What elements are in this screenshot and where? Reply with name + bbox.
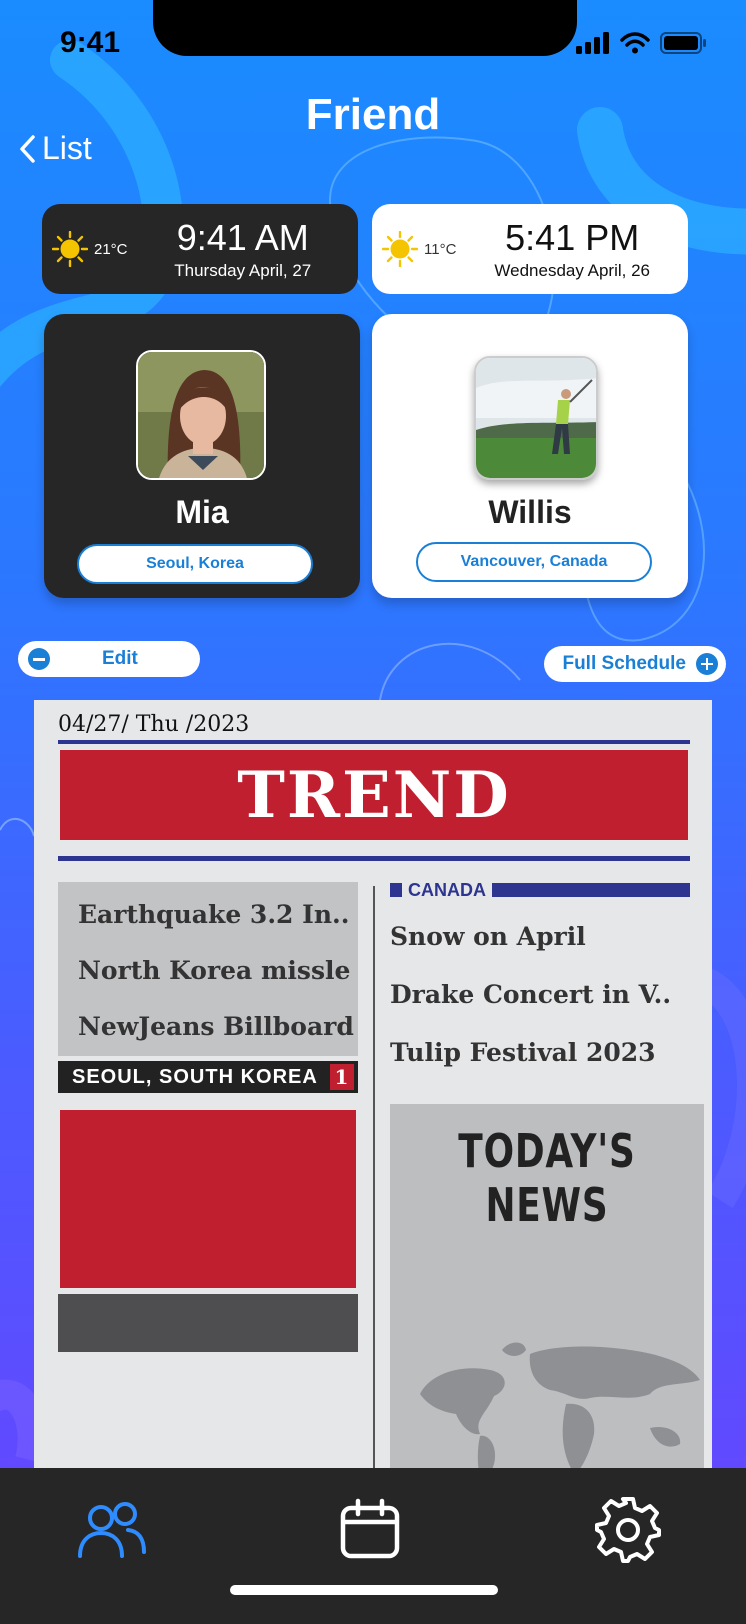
headline[interactable]: NewJeans Billboard <box>78 1012 354 1041</box>
calendar-icon <box>340 1498 400 1559</box>
world-map-icon <box>420 1342 700 1468</box>
masthead-title: TREND <box>237 757 511 833</box>
weather: 11°C <box>382 231 456 267</box>
back-label: List <box>42 130 92 166</box>
clock-time: 9:41 AM <box>176 216 309 258</box>
back-button[interactable]: List <box>18 130 92 167</box>
section-label: CANADA <box>408 879 486 900</box>
time-block: 9:41 AM Thursday April, 27 <box>128 216 358 280</box>
battery-icon <box>660 32 706 54</box>
section-marker <box>390 883 402 897</box>
avatar <box>136 350 266 480</box>
friends-icon <box>78 1502 146 1558</box>
clock-date: Thursday April, 27 <box>174 260 312 280</box>
newspaper-date: 04/27/ Thu /2023 <box>58 712 250 737</box>
location-pill[interactable]: Vancouver, Canada <box>416 542 652 582</box>
tab-bar <box>0 1468 746 1624</box>
wifi-icon <box>620 32 650 54</box>
friend-card-willis[interactable]: Willis Vancouver, Canada <box>372 314 688 598</box>
location-pill[interactable]: Seoul, Korea <box>77 544 313 584</box>
clock-date: Wednesday April, 26 <box>494 260 651 280</box>
status-bar: 9:41 <box>0 0 746 92</box>
tab-calendar[interactable] <box>330 1490 410 1570</box>
headline[interactable]: Drake Concert in V.. <box>390 980 671 1009</box>
todays-news-box[interactable]: TODAY'S NEWS <box>390 1104 704 1468</box>
chevron-left-icon <box>20 134 35 163</box>
friend-name: Willis <box>488 494 572 530</box>
avatar <box>474 356 598 480</box>
tab-friends[interactable] <box>72 1490 152 1570</box>
edit-button[interactable]: Edit <box>18 641 200 677</box>
friend-card-mia[interactable]: Mia Seoul, Korea <box>44 314 360 598</box>
section-label: SEOUL, SOUTH KOREA <box>72 1065 318 1088</box>
edit-label: Edit <box>102 648 138 669</box>
clock-time: 5:41 PM <box>505 216 640 258</box>
time-card-seoul: 21°C 9:41 AM Thursday April, 27 <box>42 204 358 294</box>
headline[interactable]: Tulip Festival 2023 <box>390 1038 656 1067</box>
notch <box>153 0 577 56</box>
status-time: 9:41 <box>60 26 121 59</box>
section-bar-seoul: SEOUL, SOUTH KOREA 1 <box>58 1061 358 1093</box>
divider <box>58 740 690 744</box>
temperature: 11°C <box>424 240 457 258</box>
sun-icon <box>382 231 418 267</box>
avatar-portrait <box>138 352 264 478</box>
home-indicator <box>230 1585 498 1595</box>
column-divider <box>373 886 375 1468</box>
friend-name: Mia <box>175 494 229 530</box>
newspaper: 04/27/ Thu /2023 TREND Earthquake 3.2 In… <box>34 700 712 1468</box>
time-card-vancouver: 11°C 5:41 PM Wednesday April, 26 <box>372 204 688 294</box>
minus-circle-icon <box>28 648 50 670</box>
time-block: 5:41 PM Wednesday April, 26 <box>456 216 688 280</box>
korea-headlines: Earthquake 3.2 In.. North Korea missle N… <box>58 882 358 1056</box>
signal-icon <box>576 32 609 54</box>
section-bar <box>492 883 690 897</box>
sun-icon <box>52 231 88 267</box>
divider <box>58 856 690 861</box>
headline[interactable]: Snow on April <box>390 922 586 951</box>
full-schedule-label: Full Schedule <box>562 653 686 674</box>
red-image-block <box>60 1110 356 1288</box>
status-icons <box>576 32 706 54</box>
masthead: TREND <box>60 750 688 840</box>
avatar-golfer <box>476 358 596 478</box>
todays-news-title: TODAY'S NEWS <box>458 1124 636 1232</box>
page-number: 1 <box>330 1064 354 1090</box>
gray-image-block <box>58 1294 358 1352</box>
headline[interactable]: North Korea missle <box>78 956 350 985</box>
plus-circle-icon <box>696 653 718 675</box>
page-title: Friend <box>305 90 441 139</box>
full-schedule-button[interactable]: Full Schedule <box>544 646 726 682</box>
section-header-canada: CANADA <box>390 880 690 900</box>
settings-icon <box>595 1497 661 1563</box>
weather: 21°C <box>52 231 128 267</box>
headline[interactable]: Earthquake 3.2 In.. <box>78 900 349 929</box>
temperature: 21°C <box>94 240 128 258</box>
tab-settings[interactable] <box>588 1490 668 1570</box>
